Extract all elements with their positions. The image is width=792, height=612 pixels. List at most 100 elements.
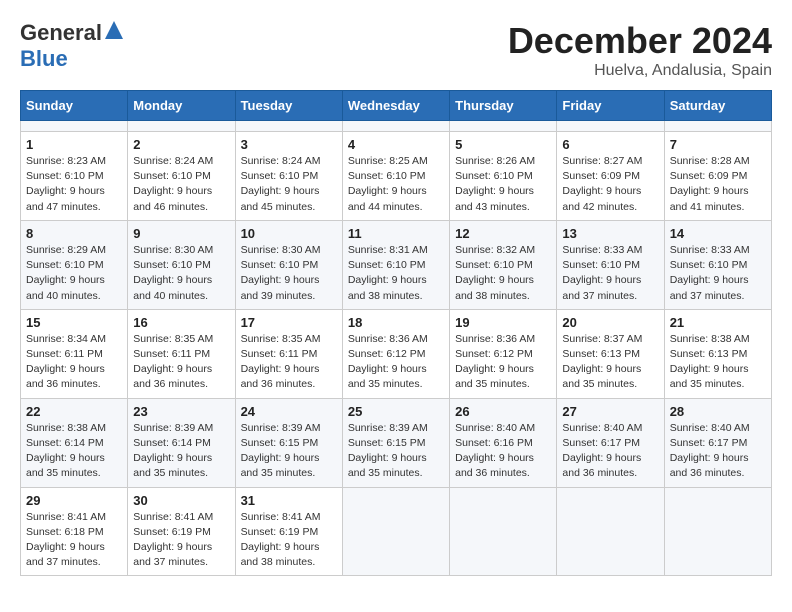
calendar-cell: 9Sunrise: 8:30 AMSunset: 6:10 PMDaylight… [128, 220, 235, 309]
day-number: 12 [455, 226, 551, 241]
calendar-cell: 31Sunrise: 8:41 AMSunset: 6:19 PMDayligh… [235, 487, 342, 576]
calendar: SundayMondayTuesdayWednesdayThursdayFrid… [20, 90, 772, 576]
week-row: 15Sunrise: 8:34 AMSunset: 6:11 PMDayligh… [21, 309, 772, 398]
calendar-cell: 30 Sunrise: 8:41 AMSunset: 6:19 PMDayligh… [128, 487, 235, 576]
dow-header-saturday: Saturday [664, 91, 771, 121]
day-number: 18 [348, 315, 444, 330]
calendar-cell: 26Sunrise: 8:40 AMSunset: 6:16 PMDayligh… [450, 398, 557, 487]
day-info: Sunrise: 8:39 AMSunset: 6:15 PMDaylight:… [348, 421, 444, 482]
dow-header-tuesday: Tuesday [235, 91, 342, 121]
day-number: 25 [348, 404, 444, 419]
day-info: Sunrise: 8:30 AMSunset: 6:10 PMDaylight:… [241, 243, 337, 304]
calendar-cell [557, 487, 664, 576]
day-number: 10 [241, 226, 337, 241]
calendar-cell: 14Sunrise: 8:33 AMSunset: 6:10 PMDayligh… [664, 220, 771, 309]
day-number: 24 [241, 404, 337, 419]
day-info: Sunrise: 8:27 AMSunset: 6:09 PMDaylight:… [562, 154, 658, 215]
day-info: Sunrise: 8:36 AMSunset: 6:12 PMDaylight:… [348, 332, 444, 393]
day-of-week-header: SundayMondayTuesdayWednesdayThursdayFrid… [21, 91, 772, 121]
day-info: Sunrise: 8:28 AMSunset: 6:09 PMDaylight:… [670, 154, 766, 215]
calendar-cell: 19Sunrise: 8:36 AMSunset: 6:12 PMDayligh… [450, 309, 557, 398]
day-info: Sunrise: 8:41 AMSunset: 6:19 PMDaylight:… [133, 510, 229, 571]
title-area: December 2024 Huelva, Andalusia, Spain [508, 20, 772, 80]
calendar-cell: 29Sunrise: 8:41 AMSunset: 6:18 PMDayligh… [21, 487, 128, 576]
calendar-cell: 27Sunrise: 8:40 AMSunset: 6:17 PMDayligh… [557, 398, 664, 487]
calendar-cell [450, 487, 557, 576]
calendar-cell [342, 121, 449, 132]
day-info: Sunrise: 8:29 AMSunset: 6:10 PMDaylight:… [26, 243, 122, 304]
month-title: December 2024 [508, 20, 772, 62]
day-number: 15 [26, 315, 122, 330]
day-number: 7 [670, 137, 766, 152]
day-number: 5 [455, 137, 551, 152]
calendar-body: 1 Sunrise: 8:23 AMSunset: 6:10 PMDaylight… [21, 121, 772, 576]
day-number: 30 [133, 493, 229, 508]
calendar-cell [664, 487, 771, 576]
day-info: Sunrise: 8:41 AMSunset: 6:18 PMDaylight:… [26, 510, 122, 571]
calendar-cell: 24 Sunrise: 8:39 AMSunset: 6:15 PMDayligh… [235, 398, 342, 487]
calendar-cell: 20Sunrise: 8:37 AMSunset: 6:13 PMDayligh… [557, 309, 664, 398]
day-info: Sunrise: 8:23 AMSunset: 6:10 PMDaylight:… [26, 154, 122, 215]
calendar-cell [557, 121, 664, 132]
day-number: 26 [455, 404, 551, 419]
calendar-cell [21, 121, 128, 132]
day-number: 28 [670, 404, 766, 419]
day-info: Sunrise: 8:32 AMSunset: 6:10 PMDaylight:… [455, 243, 551, 304]
day-number: 14 [670, 226, 766, 241]
day-info: Sunrise: 8:33 AMSunset: 6:10 PMDaylight:… [562, 243, 658, 304]
calendar-cell [450, 121, 557, 132]
day-info: Sunrise: 8:31 AMSunset: 6:10 PMDaylight:… [348, 243, 444, 304]
calendar-cell: 10 Sunrise: 8:30 AMSunset: 6:10 PMDayligh… [235, 220, 342, 309]
day-info: Sunrise: 8:24 AMSunset: 6:10 PMDaylight:… [133, 154, 229, 215]
calendar-cell: 6 Sunrise: 8:27 AMSunset: 6:09 PMDaylight… [557, 132, 664, 221]
day-number: 2 [133, 137, 229, 152]
calendar-cell: 8 Sunrise: 8:29 AMSunset: 6:10 PMDaylight… [21, 220, 128, 309]
week-row: 29Sunrise: 8:41 AMSunset: 6:18 PMDayligh… [21, 487, 772, 576]
week-row [21, 121, 772, 132]
day-number: 3 [241, 137, 337, 152]
logo-icon [105, 21, 123, 41]
day-info: Sunrise: 8:35 AMSunset: 6:11 PMDaylight:… [241, 332, 337, 393]
day-info: Sunrise: 8:37 AMSunset: 6:13 PMDaylight:… [562, 332, 658, 393]
calendar-cell: 12 Sunrise: 8:32 AMSunset: 6:10 PMDayligh… [450, 220, 557, 309]
day-number: 1 [26, 137, 122, 152]
logo-general-text: General [20, 20, 102, 46]
day-info: Sunrise: 8:38 AMSunset: 6:13 PMDaylight:… [670, 332, 766, 393]
logo: General Blue [20, 20, 123, 72]
dow-header-friday: Friday [557, 91, 664, 121]
calendar-cell: 3 Sunrise: 8:24 AMSunset: 6:10 PMDaylight… [235, 132, 342, 221]
week-row: 1 Sunrise: 8:23 AMSunset: 6:10 PMDaylight… [21, 132, 772, 221]
day-info: Sunrise: 8:39 AMSunset: 6:14 PMDaylight:… [133, 421, 229, 482]
day-info: Sunrise: 8:24 AMSunset: 6:10 PMDaylight:… [241, 154, 337, 215]
day-number: 13 [562, 226, 658, 241]
day-number: 16 [133, 315, 229, 330]
calendar-cell: 2 Sunrise: 8:24 AMSunset: 6:10 PMDaylight… [128, 132, 235, 221]
calendar-cell: 11Sunrise: 8:31 AMSunset: 6:10 PMDayligh… [342, 220, 449, 309]
location-title: Huelva, Andalusia, Spain [508, 62, 772, 80]
dow-header-sunday: Sunday [21, 91, 128, 121]
calendar-cell [235, 121, 342, 132]
day-info: Sunrise: 8:25 AMSunset: 6:10 PMDaylight:… [348, 154, 444, 215]
day-number: 6 [562, 137, 658, 152]
day-number: 23 [133, 404, 229, 419]
day-number: 8 [26, 226, 122, 241]
day-info: Sunrise: 8:39 AMSunset: 6:15 PMDaylight:… [241, 421, 337, 482]
calendar-cell: 17Sunrise: 8:35 AMSunset: 6:11 PMDayligh… [235, 309, 342, 398]
day-number: 21 [670, 315, 766, 330]
week-row: 22Sunrise: 8:38 AMSunset: 6:14 PMDayligh… [21, 398, 772, 487]
calendar-cell: 25 Sunrise: 8:39 AMSunset: 6:15 PMDayligh… [342, 398, 449, 487]
day-number: 31 [241, 493, 337, 508]
day-info: Sunrise: 8:30 AMSunset: 6:10 PMDaylight:… [133, 243, 229, 304]
dow-header-wednesday: Wednesday [342, 91, 449, 121]
calendar-cell: 21 Sunrise: 8:38 AMSunset: 6:13 PMDayligh… [664, 309, 771, 398]
day-number: 27 [562, 404, 658, 419]
calendar-cell: 16Sunrise: 8:35 AMSunset: 6:11 PMDayligh… [128, 309, 235, 398]
day-info: Sunrise: 8:26 AMSunset: 6:10 PMDaylight:… [455, 154, 551, 215]
calendar-cell: 4Sunrise: 8:25 AMSunset: 6:10 PMDaylight… [342, 132, 449, 221]
calendar-cell [664, 121, 771, 132]
dow-header-thursday: Thursday [450, 91, 557, 121]
calendar-cell: 5 Sunrise: 8:26 AMSunset: 6:10 PMDaylight… [450, 132, 557, 221]
day-number: 19 [455, 315, 551, 330]
header: General Blue December 2024 Huelva, Andal… [20, 20, 772, 80]
calendar-cell: 18 Sunrise: 8:36 AMSunset: 6:12 PMDayligh… [342, 309, 449, 398]
